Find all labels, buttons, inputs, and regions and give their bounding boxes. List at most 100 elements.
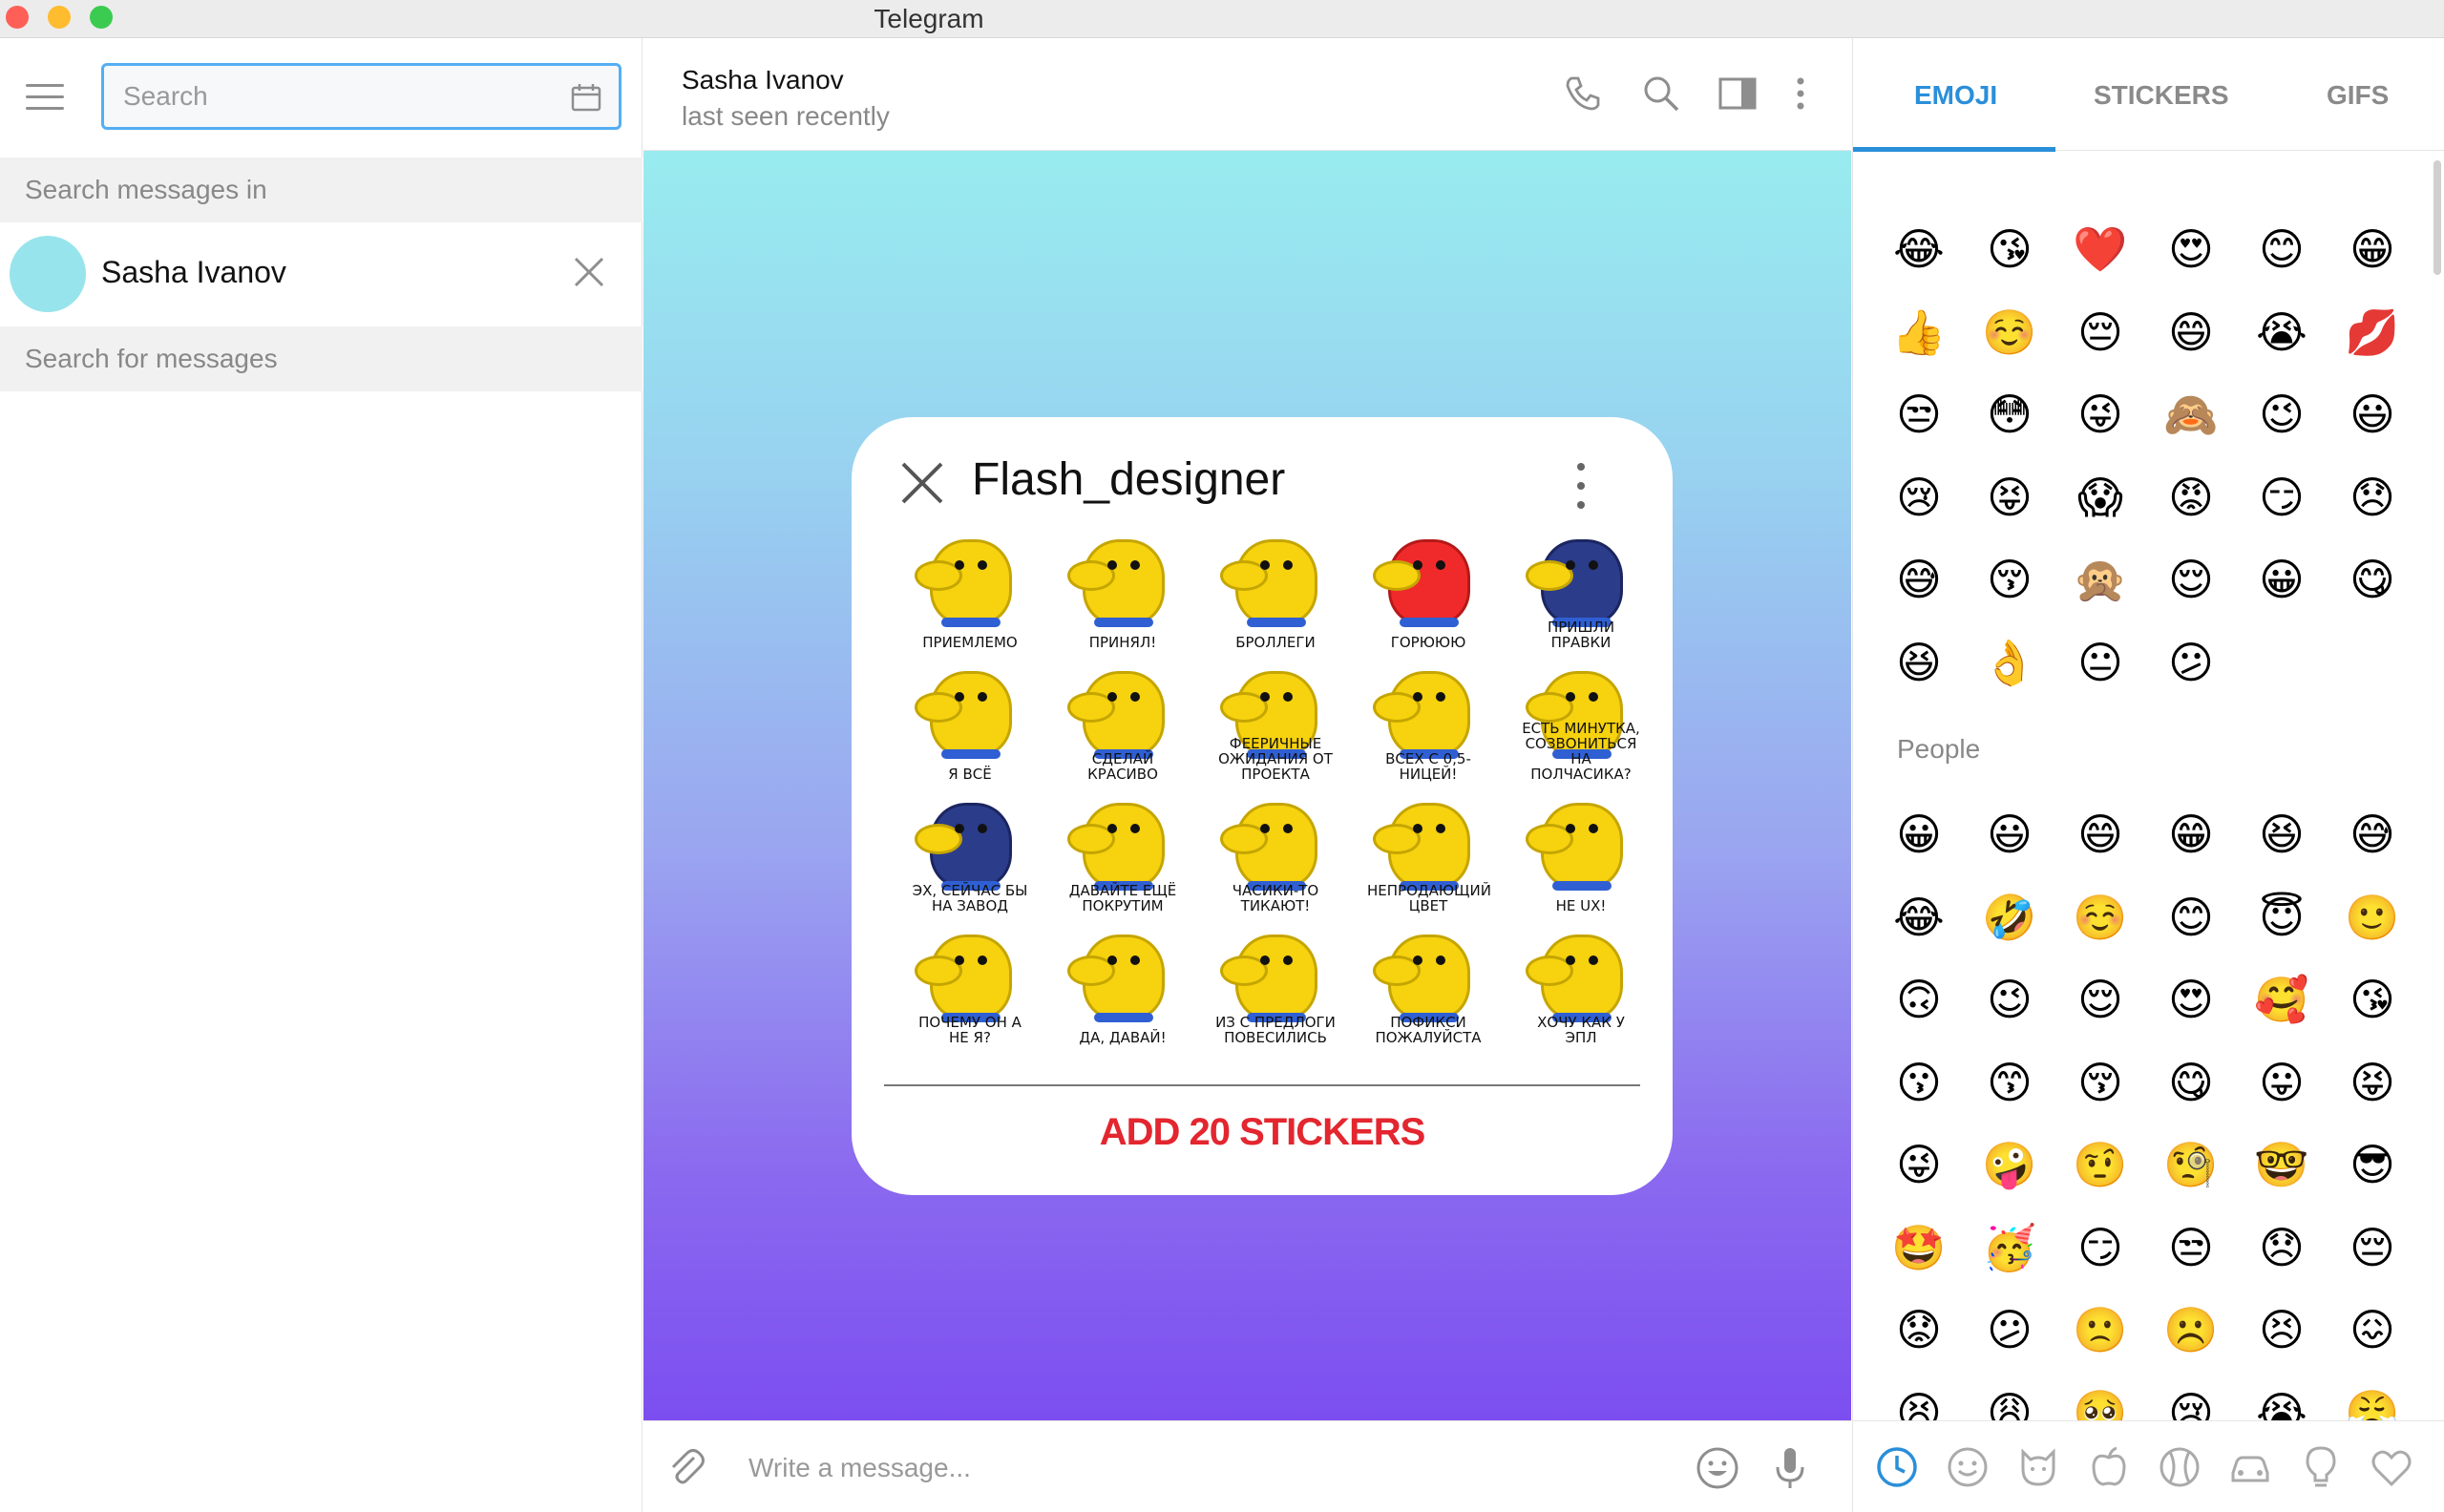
emoji-item[interactable]: 😁 <box>2163 807 2219 862</box>
emoji-item[interactable]: 😏 <box>2254 470 2309 525</box>
emoji-item[interactable]: 🥺 <box>2073 1385 2128 1425</box>
emoji-item[interactable]: 😱 <box>2073 470 2128 525</box>
more-vertical-icon[interactable] <box>1780 73 1822 115</box>
emoji-item[interactable]: 😀 <box>2254 552 2309 607</box>
emoji-item[interactable]: 🤣 <box>1982 890 2037 945</box>
add-stickers-button[interactable]: ADD 20 STICKERS <box>852 1099 1673 1166</box>
sticker-item[interactable]: Я ВСЁ <box>909 662 1031 784</box>
emoji-item[interactable]: 😳 <box>1982 387 2037 442</box>
emoji-item[interactable]: 😩 <box>1982 1385 2037 1425</box>
emoji-item[interactable]: 😜 <box>1891 1137 1947 1192</box>
emoji-item[interactable]: 😕 <box>2163 635 2219 690</box>
emoji-item[interactable]: 👌 <box>1982 635 2037 690</box>
emoji-item[interactable]: 😒 <box>1891 387 1947 442</box>
emoji-item[interactable]: 😝 <box>1982 470 2037 525</box>
emoji-item[interactable]: 🧐 <box>2163 1137 2219 1192</box>
emoji-item[interactable]: 😫 <box>1891 1385 1947 1425</box>
emoji-item[interactable]: 🙃 <box>1891 972 1947 1027</box>
sticker-item[interactable]: БРОЛЛЕГИ <box>1214 530 1337 652</box>
emoji-item[interactable]: 😖 <box>2345 1302 2400 1357</box>
emoji-item[interactable]: 😒 <box>2163 1220 2219 1275</box>
emoji-item[interactable]: 😡 <box>2163 470 2219 525</box>
emoji-item[interactable]: 🥰 <box>2254 972 2309 1027</box>
emoji-item[interactable]: 😚 <box>2073 1055 2128 1110</box>
search-input[interactable] <box>123 77 543 116</box>
sticker-item[interactable]: ЧАСИКИ-ТО ТИКАЮТ! <box>1214 793 1337 915</box>
microphone-icon[interactable] <box>1766 1444 1814 1492</box>
emoji-item[interactable]: 😢 <box>1891 470 1947 525</box>
search-icon[interactable] <box>1640 73 1682 115</box>
sticker-item[interactable]: ГОРЮЮЮ <box>1367 530 1489 652</box>
sticker-item[interactable]: ДАВАЙТЕ ЕЩЁ ПОКРУТИМ <box>1062 793 1184 915</box>
emoji-item[interactable]: ☺️ <box>1982 304 2037 360</box>
emoji-item[interactable]: 😁 <box>2345 221 2400 277</box>
more-vertical-icon[interactable] <box>1571 457 1591 514</box>
emoji-item[interactable]: 😍 <box>2163 221 2219 277</box>
message-input[interactable] <box>748 1446 1608 1490</box>
emoji-item[interactable]: 😆 <box>2254 807 2309 862</box>
emoji-item[interactable]: 😞 <box>2345 470 2400 525</box>
emoji-item[interactable]: 😃 <box>1982 807 2037 862</box>
sticker-item[interactable]: ПРИНЯЛ! <box>1062 530 1184 652</box>
emoji-item[interactable]: 😋 <box>2163 1055 2219 1110</box>
activity-icon[interactable] <box>2157 1444 2202 1490</box>
emoji-item[interactable]: 😗 <box>1891 1055 1947 1110</box>
emoji-item[interactable]: 😝 <box>2345 1055 2400 1110</box>
emoji-item[interactable]: 🤓 <box>2254 1137 2309 1192</box>
emoji-item[interactable]: 👍 <box>1891 304 1947 360</box>
emoji-item[interactable]: 😭 <box>2254 1385 2309 1425</box>
sticker-item[interactable]: ДА, ДАВАЙ! <box>1062 925 1184 1047</box>
emoji-item[interactable]: ☹️ <box>2163 1302 2219 1357</box>
emoji-item[interactable]: ❤️ <box>2073 221 2128 277</box>
emoji-item[interactable]: 😅 <box>1891 552 1947 607</box>
food-icon[interactable] <box>2086 1444 2132 1490</box>
emoji-item[interactable]: 💋 <box>2345 304 2400 360</box>
emoji-item[interactable]: 😅 <box>2345 807 2400 862</box>
sticker-item[interactable]: ХОЧУ КАК У ЭПЛ <box>1520 925 1642 1047</box>
animals-icon[interactable] <box>2015 1444 2061 1490</box>
sticker-item[interactable]: СДЕЛАЙ КРАСИВО <box>1062 662 1184 784</box>
emoji-item[interactable]: 😙 <box>1982 1055 2037 1110</box>
sidebar-toggle-icon[interactable] <box>1717 73 1759 115</box>
symbols-icon[interactable] <box>2369 1444 2414 1490</box>
close-icon[interactable] <box>899 460 945 506</box>
sticker-item[interactable]: ПОФИКСИ ПОЖАЛУЙСТА <box>1367 925 1489 1047</box>
menu-icon[interactable] <box>26 84 64 113</box>
emoji-item[interactable]: 😄 <box>2073 807 2128 862</box>
emoji-item[interactable]: 😘 <box>1982 221 2037 277</box>
tab-emoji[interactable]: EMOJI <box>1914 80 1997 111</box>
sticker-item[interactable]: ПОЧЕМУ ОН А НЕ Я? <box>909 925 1031 1047</box>
emoji-item[interactable]: 😭 <box>2254 304 2309 360</box>
peer-name[interactable]: Sasha Ivanov <box>682 65 844 95</box>
sticker-item[interactable]: ПРИЕМЛЕМО <box>909 530 1031 652</box>
emoji-item[interactable]: 😌 <box>2163 552 2219 607</box>
emoji-item[interactable]: 😋 <box>2345 552 2400 607</box>
objects-icon[interactable] <box>2298 1444 2344 1490</box>
emoji-item[interactable]: 😃 <box>2345 387 2400 442</box>
emoji-item[interactable]: 😏 <box>2073 1220 2128 1275</box>
recent-icon[interactable] <box>1874 1444 1920 1490</box>
emoji-item[interactable]: 😊 <box>2163 890 2219 945</box>
emoji-item[interactable]: 🤨 <box>2073 1137 2128 1192</box>
emoji-item[interactable]: 😀 <box>1891 807 1947 862</box>
emoji-item[interactable]: 😚 <box>1982 552 2037 607</box>
emoji-item[interactable]: 🙈 <box>2163 387 2219 442</box>
sticker-item[interactable]: НЕПРОДАЮЩИЙ ЦВЕТ <box>1367 793 1491 915</box>
sticker-item[interactable]: ВСЕХ С 0,5-НИЦЕЙ! <box>1367 662 1489 784</box>
emoji-item[interactable]: 😐 <box>2073 635 2128 690</box>
sticker-item[interactable]: ИЗ С ПРЕДЛОГИ ПОВЕСИЛИСЬ <box>1214 925 1337 1047</box>
emoji-item[interactable]: 😟 <box>1891 1302 1947 1357</box>
emoji-item[interactable]: 😊 <box>2254 221 2309 277</box>
smileys-icon[interactable] <box>1945 1444 1991 1490</box>
phone-icon[interactable] <box>1562 73 1604 115</box>
scrollbar[interactable] <box>2433 160 2441 275</box>
emoji-item[interactable]: 🤪 <box>1982 1137 2037 1192</box>
emoji-item[interactable]: 😄 <box>2163 304 2219 360</box>
emoji-item[interactable]: ☺️ <box>2073 890 2128 945</box>
emoji-icon[interactable] <box>1694 1444 1741 1492</box>
tab-gifs[interactable]: GIFS <box>2327 80 2389 111</box>
emoji-item[interactable]: 😞 <box>2254 1220 2309 1275</box>
emoji-item[interactable]: 😔 <box>2345 1220 2400 1275</box>
calendar-icon[interactable] <box>571 83 601 112</box>
close-icon[interactable] <box>572 255 606 289</box>
